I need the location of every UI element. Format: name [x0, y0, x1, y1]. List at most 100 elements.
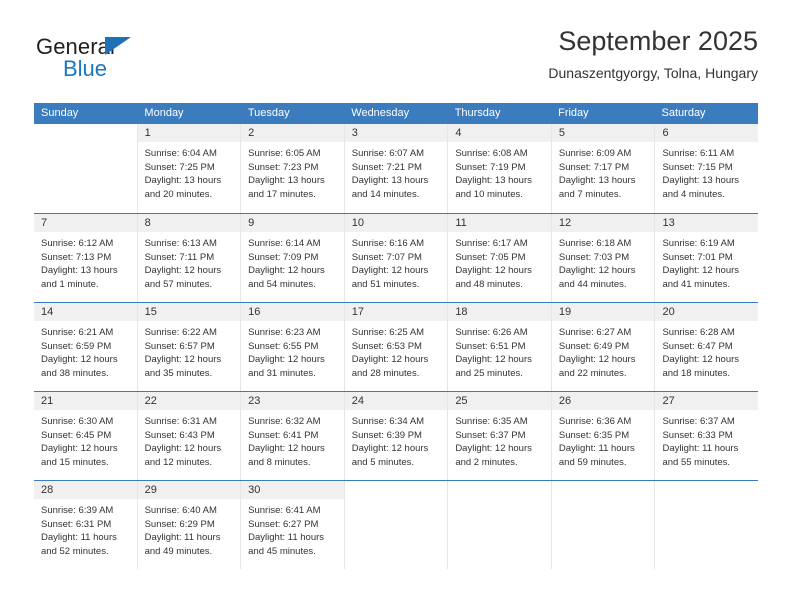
day-detail-line: Daylight: 13 hours: [558, 175, 636, 186]
day-details: Sunrise: 6:04 AM Sunset: 7:25 PM Daylight:…: [138, 142, 241, 201]
day-cell-9[interactable]: 9 Sunrise: 6:14 AM Sunset: 7:09 PM Daylight…: [241, 214, 345, 302]
day-cell-11[interactable]: 11 Sunrise: 6:17 AM Sunset: 7:05 PM Dayligh…: [448, 214, 552, 302]
day-detail-line: and 41 minutes.: [662, 278, 731, 290]
day-detail-line: Sunrise: 6:11 AM: [662, 148, 735, 159]
day-detail-line: and 57 minutes.: [144, 278, 213, 290]
day-detail-line: Daylight: 12 hours: [41, 354, 118, 365]
day-detail-line: Sunrise: 6:21 AM: [41, 327, 114, 338]
day-cell-empty: [34, 124, 138, 213]
day-detail-line: Sunrise: 6:16 AM: [351, 238, 425, 249]
day-detail-line: Sunset: 7:07 PM: [351, 251, 422, 263]
day-details: Sunrise: 6:23 AM Sunset: 6:55 PM Daylight:…: [241, 321, 344, 380]
day-detail-line: Sunrise: 6:36 AM: [558, 416, 632, 427]
day-cell-2[interactable]: 2 Sunrise: 6:05 AM Sunset: 7:23 PM Daylight…: [241, 124, 345, 213]
day-number: 9: [241, 214, 344, 232]
day-cell-23[interactable]: 23 Sunrise: 6:32 AM Sunset: 6:41 PM Dayligh…: [241, 392, 345, 480]
week-row: 28 Sunrise: 6:39 AM Sunset: 6:31 PM Dayligh…: [34, 480, 759, 569]
day-cell-6[interactable]: 6 Sunrise: 6:11 AM Sunset: 7:15 PM Daylight…: [655, 124, 759, 213]
day-detail-line: and 49 minutes.: [144, 545, 213, 557]
day-cell-25[interactable]: 25 Sunrise: 6:35 AM Sunset: 6:37 PM Dayligh…: [448, 392, 552, 480]
day-cell-22[interactable]: 22 Sunrise: 6:31 AM Sunset: 6:43 PM Dayligh…: [137, 392, 242, 480]
day-number: 3: [344, 124, 448, 142]
day-detail-line: Daylight: 13 hours: [455, 175, 532, 186]
day-details: Sunrise: 6:12 AM Sunset: 7:13 PM Daylight:…: [34, 232, 137, 291]
day-detail-line: Sunset: 6:35 PM: [558, 429, 630, 441]
week-row: 21 Sunrise: 6:30 AM Sunset: 6:45 PM Dayligh…: [34, 391, 759, 480]
day-number: 30: [241, 481, 344, 499]
day-cell-8[interactable]: 8 Sunrise: 6:13 AM Sunset: 7:11 PM Daylight…: [137, 214, 242, 302]
day-number: 10: [344, 214, 448, 232]
triangle-icon: [105, 37, 131, 55]
day-detail-line: and 1 minute.: [41, 278, 99, 290]
day-cell-27[interactable]: 27 Sunrise: 6:37 AM Sunset: 6:33 PM Dayligh…: [655, 392, 759, 480]
day-cell-18[interactable]: 18 Sunrise: 6:26 AM Sunset: 6:51 PM Dayligh…: [448, 303, 552, 391]
day-detail-line: and 48 minutes.: [455, 278, 523, 290]
day-cell-7[interactable]: 7 Sunrise: 6:12 AM Sunset: 7:13 PM Daylight…: [34, 214, 138, 302]
day-number: 7: [34, 214, 137, 232]
day-detail-line: Sunrise: 6:31 AM: [144, 416, 217, 427]
day-number: 27: [655, 392, 759, 410]
day-cell-1[interactable]: 1 Sunrise: 6:04 AM Sunset: 7:25 PM Daylight…: [137, 124, 242, 213]
day-number: 6: [655, 124, 759, 142]
day-cell-13[interactable]: 13 Sunrise: 6:19 AM Sunset: 7:01 PM Dayligh…: [655, 214, 759, 302]
day-detail-line: and 44 minutes.: [558, 278, 627, 290]
day-detail-line: Sunset: 6:49 PM: [558, 340, 630, 352]
day-cell-26[interactable]: 26 Sunrise: 6:36 AM Sunset: 6:35 PM Dayligh…: [551, 392, 656, 480]
day-number: 15: [137, 303, 241, 321]
day-cell-14[interactable]: 14 Sunrise: 6:21 AM Sunset: 6:59 PM Dayligh…: [34, 303, 138, 391]
day-detail-line: Sunrise: 6:35 AM: [455, 416, 528, 427]
day-detail-line: Sunset: 7:15 PM: [662, 161, 733, 173]
day-number: 19: [551, 303, 655, 321]
day-cell-5[interactable]: 5 Sunrise: 6:09 AM Sunset: 7:17 PM Daylight…: [551, 124, 656, 213]
day-number: 24: [344, 392, 448, 410]
day-cell-12[interactable]: 12 Sunrise: 6:18 AM Sunset: 7:03 PM Dayligh…: [551, 214, 656, 302]
day-cell-20[interactable]: 20 Sunrise: 6:28 AM Sunset: 6:47 PM Dayligh…: [655, 303, 759, 391]
day-cell-19[interactable]: 19 Sunrise: 6:27 AM Sunset: 6:49 PM Dayligh…: [551, 303, 656, 391]
day-details: Sunrise: 6:16 AM Sunset: 7:07 PM Daylight:…: [345, 232, 448, 291]
day-cell-24[interactable]: 24 Sunrise: 6:34 AM Sunset: 6:39 PM Dayligh…: [344, 392, 449, 480]
day-detail-line: Sunset: 6:55 PM: [248, 340, 319, 352]
day-cell-16[interactable]: 16 Sunrise: 6:23 AM Sunset: 6:55 PM Dayligh…: [241, 303, 345, 391]
day-detail-line: Sunrise: 6:27 AM: [558, 327, 632, 338]
day-detail-line: Daylight: 12 hours: [662, 265, 740, 276]
brand-logo[interactable]: General Blue: [34, 34, 244, 86]
day-detail-line: Sunset: 7:11 PM: [144, 251, 215, 263]
day-cell-4[interactable]: 4 Sunrise: 6:08 AM Sunset: 7:19 PM Daylight…: [448, 124, 552, 213]
page-title: September 2025: [558, 26, 758, 56]
day-cell-3[interactable]: 3 Sunrise: 6:07 AM Sunset: 7:21 PM Daylight…: [344, 124, 449, 213]
day-detail-line: Sunrise: 6:08 AM: [455, 148, 528, 159]
day-cell-30[interactable]: 30 Sunrise: 6:41 AM Sunset: 6:27 PM Dayligh…: [241, 481, 345, 569]
day-detail-line: and 12 minutes.: [144, 456, 213, 468]
day-detail-line: and 51 minutes.: [351, 278, 420, 290]
day-detail-line: Daylight: 12 hours: [41, 443, 118, 454]
day-detail-line: and 20 minutes.: [144, 188, 213, 200]
day-detail-line: Daylight: 13 hours: [351, 175, 429, 186]
weekday-header-friday: Friday: [558, 107, 589, 119]
day-detail-line: Daylight: 12 hours: [144, 265, 222, 276]
weekday-header-saturday: Saturday: [661, 107, 706, 119]
day-detail-line: Daylight: 11 hours: [248, 532, 325, 543]
day-cell-28[interactable]: 28 Sunrise: 6:39 AM Sunset: 6:31 PM Dayligh…: [34, 481, 138, 569]
day-detail-line: Sunrise: 6:40 AM: [144, 505, 217, 516]
day-detail-line: Daylight: 13 hours: [248, 175, 325, 186]
day-cell-17[interactable]: 17 Sunrise: 6:25 AM Sunset: 6:53 PM Dayligh…: [344, 303, 449, 391]
day-detail-line: Daylight: 12 hours: [558, 354, 636, 365]
day-detail-line: Sunrise: 6:18 AM: [558, 238, 632, 249]
day-number: 14: [34, 303, 137, 321]
day-details: Sunrise: 6:11 AM Sunset: 7:15 PM Daylight:…: [655, 142, 758, 201]
calendar-grid: Sunday Monday Tuesday Wednesday Thursday Frid…: [34, 103, 759, 569]
day-details: Sunrise: 6:36 AM Sunset: 6:35 PM Daylight:…: [552, 410, 655, 469]
day-detail-line: and 25 minutes.: [455, 367, 523, 379]
day-cell-10[interactable]: 10 Sunrise: 6:16 AM Sunset: 7:07 PM Dayligh…: [344, 214, 449, 302]
day-cell-21[interactable]: 21 Sunrise: 6:30 AM Sunset: 6:45 PM Dayligh…: [34, 392, 138, 480]
day-cell-15[interactable]: 15 Sunrise: 6:22 AM Sunset: 6:57 PM Dayligh…: [137, 303, 242, 391]
day-number: [34, 124, 137, 142]
day-number: 12: [551, 214, 655, 232]
page-header: General Blue September 2025 Dunaszentgyo…: [34, 24, 758, 90]
day-number: 5: [551, 124, 655, 142]
day-detail-line: Sunrise: 6:09 AM: [558, 148, 632, 159]
day-detail-line: Daylight: 12 hours: [248, 443, 325, 454]
day-cell-29[interactable]: 29 Sunrise: 6:40 AM Sunset: 6:29 PM Dayligh…: [137, 481, 242, 569]
day-detail-line: Sunrise: 6:37 AM: [662, 416, 735, 427]
day-detail-line: Daylight: 12 hours: [558, 265, 636, 276]
